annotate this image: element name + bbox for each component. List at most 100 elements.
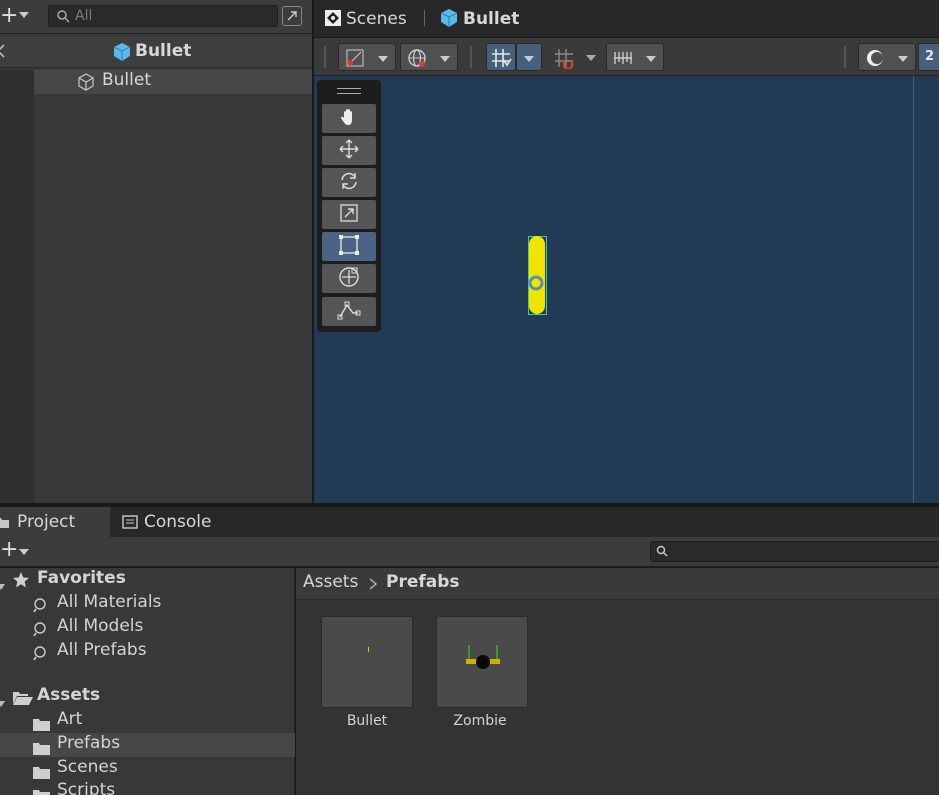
globe-icon [406,47,428,73]
search-icon [33,644,49,668]
tree-item-label: Scenes [57,757,118,777]
global-local-dropdown[interactable] [400,43,458,71]
transform-tool-button[interactable] [322,264,376,293]
hand-tool-button[interactable] [322,104,376,133]
transform-icon [337,265,361,293]
console-icon [122,514,138,534]
shading-sphere-icon [864,47,886,73]
draw-mode-dropdown[interactable] [338,43,396,71]
chevron-down-icon [523,53,535,68]
tree-assets-label: Assets [37,685,101,705]
spline-edit-icon [337,299,361,325]
cube-outline-icon [76,72,96,96]
folder-icon [0,515,10,533]
chevron-down-icon [377,53,389,68]
2d-mode-toggle[interactable]: 2 [918,43,939,71]
chevron-down-icon[interactable] [585,52,597,67]
chevron-right-icon [368,577,378,595]
tree-favorite-item[interactable]: All Materials [0,592,295,616]
chevron-down-icon[interactable] [18,9,30,24]
prefab-header: Bullet [0,36,312,68]
tree-item-label: All Prefabs [57,640,147,660]
tree-favorites[interactable]: Favorites [0,568,295,592]
cube-icon [439,8,459,32]
tree-item-label: All Materials [57,592,162,612]
hierarchy-item[interactable]: Bullet [34,70,312,94]
project-folder-tree: Favorites All Materials All Models All P… [0,568,295,795]
tree-folder-item[interactable]: Scripts [0,780,295,795]
tree-folder-item[interactable]: Scenes [0,757,295,781]
scene-viewport[interactable] [314,76,939,503]
search-icon [56,9,70,29]
hierarchy-item-label: Bullet [102,70,152,90]
scene-toolbar: 2 [314,38,939,76]
scene-breadcrumb-bar: Scenes Bullet [314,0,939,38]
breadcrumb-bullet[interactable]: Bullet [463,9,519,29]
scale-tool-button[interactable] [322,200,376,229]
tree-favorite-item[interactable]: All Models [0,616,295,640]
tab-console[interactable]: Console [110,507,230,538]
scene-tools-overlay [317,80,381,332]
add-icon[interactable]: + [0,3,18,28]
tree-item-label: All Models [57,616,144,636]
chevron-down-icon[interactable] [18,546,30,561]
rect-transform-icon [337,233,361,261]
ruler-dropdown[interactable] [606,43,664,71]
tree-item-label: Scripts [57,780,116,795]
add-icon[interactable]: + [0,537,18,562]
folder-icon [33,785,51,795]
search-icon [656,545,668,561]
chevron-down-icon [439,53,451,68]
tree-folder-item[interactable]: Art [0,709,295,733]
chevron-down-icon [645,53,657,68]
asset-tile-zombie[interactable] [436,616,528,708]
move-tool-button[interactable] [322,136,376,165]
hierarchy-search-input[interactable]: All [48,5,278,27]
asset-label-bullet: Bullet [346,713,388,729]
grid-snap-toggle[interactable] [486,43,516,71]
toolbar-separator [470,46,472,68]
rotate-tool-button[interactable] [322,168,376,197]
grid-snap-dropdown[interactable] [516,43,542,71]
tree-favorite-item[interactable]: All Prefabs [0,640,295,664]
custom-tool-button[interactable] [322,297,376,326]
grid-snap-icon [490,47,512,73]
chevron-down-icon [897,53,909,68]
rotate-icon [338,170,360,196]
breadcrumb-assets[interactable]: Assets [303,572,358,592]
zombie-thumbnail [465,643,501,677]
toolbar-grip [324,46,326,68]
ruler-icon [612,48,634,72]
bullet-thumbnail [368,647,369,652]
visibility-dropdown[interactable] [858,43,916,71]
asset-label-zombie: Zombie [453,713,507,729]
asset-tile-bullet[interactable] [321,616,413,708]
breadcrumb-prefabs[interactable]: Prefabs [386,572,460,592]
scene-boundary-line [913,76,914,503]
move-arrows-icon [338,138,360,164]
tree-assets[interactable]: Assets [0,685,295,709]
snap-magnet-icon [553,47,575,73]
maximize-icon[interactable] [282,6,302,26]
2d-mode-label: 2 [925,49,935,64]
rect-tool-button[interactable] [322,232,376,261]
tab-project-label: Project [17,512,76,532]
cube-icon [112,42,132,66]
draw-mode-icon [345,48,365,72]
back-arrow-icon[interactable] [0,42,6,64]
project-search-input[interactable] [650,541,939,562]
overlay-drag-handle[interactable] [337,88,361,94]
toolbar-separator [844,46,846,68]
pivot-handle-icon[interactable] [527,274,545,296]
prefab-header-title: Bullet [135,41,192,61]
tree-item-label: Art [57,709,83,729]
search-placeholder: All [75,8,93,24]
increment-snap-toggle[interactable] [548,43,578,71]
tab-project[interactable]: Project [0,507,110,538]
hierarchy-gutter [0,70,34,503]
scale-icon [338,202,360,228]
tree-favorites-label: Favorites [37,568,126,588]
breadcrumb-scenes[interactable]: Scenes [346,9,407,29]
tree-folder-item[interactable]: Prefabs [0,733,295,757]
unity-scene-icon[interactable] [324,9,342,31]
